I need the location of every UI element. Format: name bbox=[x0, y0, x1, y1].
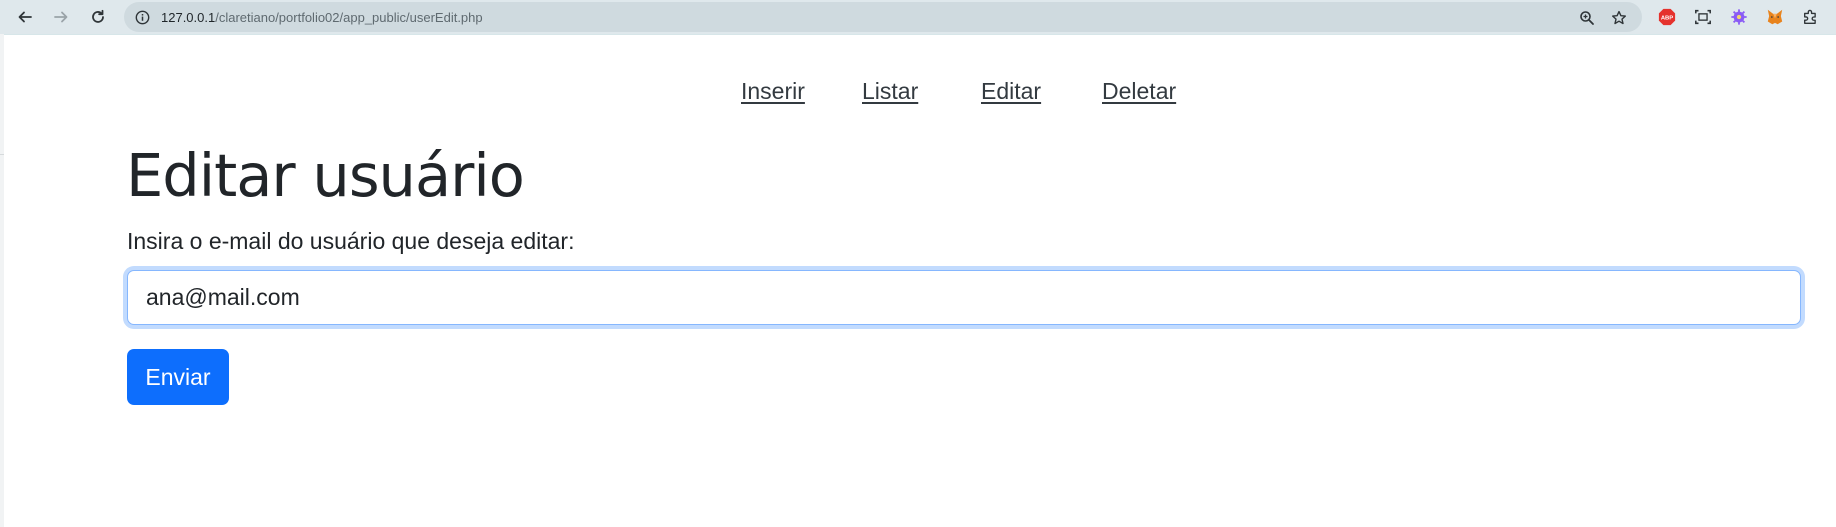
site-info-icon[interactable] bbox=[134, 9, 150, 25]
left-edge-strip bbox=[0, 34, 4, 527]
nav-link-editar[interactable]: Editar bbox=[981, 78, 1041, 105]
adblock-icon[interactable]: ABP bbox=[1657, 7, 1677, 27]
arrow-left-icon bbox=[18, 11, 32, 23]
toolbar-divider bbox=[0, 34, 1836, 35]
reload-button[interactable] bbox=[88, 7, 108, 27]
url-text: 127.0.0.1/claretiano/portfolio02/app_pub… bbox=[161, 10, 483, 25]
reload-icon bbox=[92, 9, 104, 23]
nav-link-deletar[interactable]: Deletar bbox=[1102, 78, 1176, 105]
address-bar[interactable]: 127.0.0.1/claretiano/portfolio02/app_pub… bbox=[124, 2, 1642, 32]
zoom-icon[interactable] bbox=[1578, 9, 1595, 26]
metamask-fox-icon[interactable] bbox=[1765, 7, 1785, 27]
svg-text:ABP: ABP bbox=[1661, 16, 1673, 22]
back-button[interactable] bbox=[15, 7, 35, 27]
nav-link-inserir[interactable]: Inserir bbox=[741, 78, 805, 105]
browser-toolbar: 127.0.0.1/claretiano/portfolio02/app_pub… bbox=[0, 0, 1836, 34]
email-input[interactable] bbox=[127, 270, 1801, 325]
screenshot-icon[interactable] bbox=[1693, 7, 1713, 27]
forward-button[interactable] bbox=[51, 7, 71, 27]
extensions-puzzle-icon[interactable] bbox=[1801, 7, 1821, 27]
gear-extension-icon[interactable] bbox=[1729, 7, 1749, 27]
submit-button[interactable]: Enviar bbox=[127, 349, 229, 405]
arrow-right-icon bbox=[54, 11, 68, 23]
url-path: /claretiano/portfolio02/app_public/userE… bbox=[215, 10, 483, 25]
email-prompt-label: Insira o e-mail do usuário que deseja ed… bbox=[127, 228, 575, 254]
nav-link-listar[interactable]: Listar bbox=[862, 78, 918, 105]
page-title: Editar usuário bbox=[126, 141, 525, 210]
url-host: 127.0.0.1 bbox=[161, 10, 216, 25]
bookmark-star-icon[interactable] bbox=[1610, 9, 1627, 26]
